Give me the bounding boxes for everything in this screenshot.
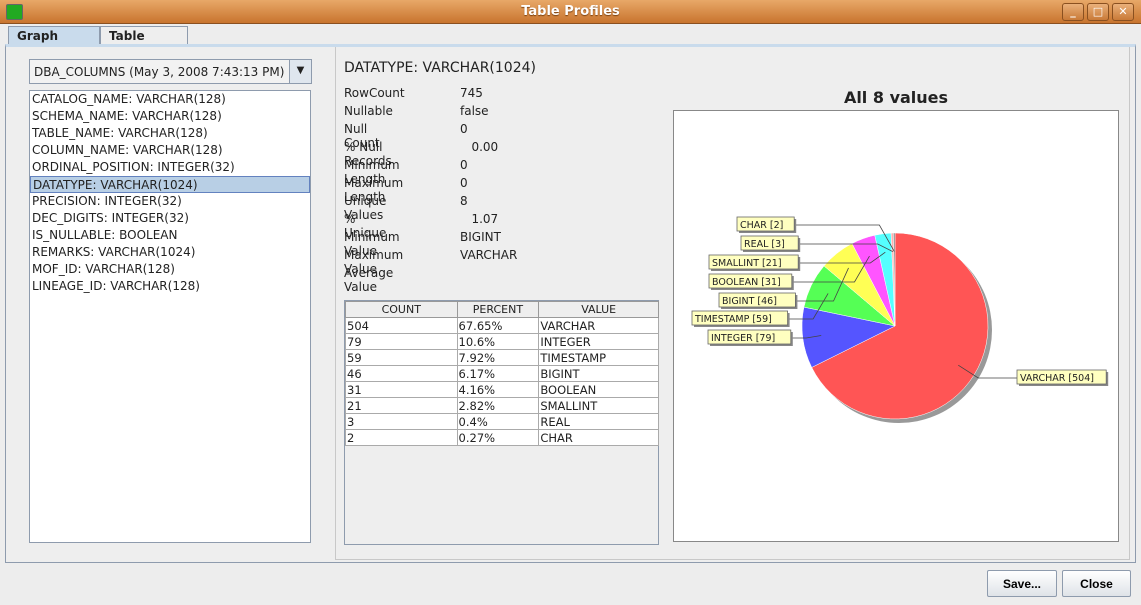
table-cell: 3 [345,413,458,430]
stat-value: 0 [460,122,468,136]
table-row[interactable]: 3 0.4% REAL [345,413,659,430]
stat-label: Average Value [344,266,394,294]
table-cell: REAL [538,413,659,430]
column-header[interactable]: COUNT [345,301,458,318]
table-cell: 6.17% [456,365,540,382]
table-row[interactable]: 21 2.82% SMALLINT [345,397,659,414]
column-list-item[interactable]: REMARKS: VARCHAR(1024) [30,244,310,261]
table-cell: 0.4% [456,413,540,430]
column-list-item[interactable]: DEC_DIGITS: INTEGER(32) [30,210,310,227]
table-cell: 504 [345,317,458,334]
table-cell: 7.92% [456,349,540,366]
column-list-item[interactable]: CATALOG_NAME: VARCHAR(128) [30,91,310,108]
chevron-down-icon[interactable]: ▼ [289,60,311,83]
stat-value: BIGINT [460,230,501,244]
stat-value: 8 [460,194,468,208]
pie-chart-svg: VARCHAR [504] INTEGER [79] TIMESTAMP [59] B… [691,216,1109,423]
save-button[interactable]: Save... [987,570,1057,597]
table-cell: 2 [345,429,458,446]
column-list-item[interactable]: ORDINAL_POSITION: INTEGER(32) [30,159,310,176]
title-bar: Table Profiles _ □ ✕ [0,0,1141,24]
table-row[interactable]: 46 6.17% BIGINT [345,365,659,382]
table-row[interactable]: 59 7.92% TIMESTAMP [345,349,659,366]
table-cell: TIMESTAMP [538,349,659,366]
table-cell: 21 [345,397,458,414]
column-header[interactable]: VALUE [538,301,659,318]
table-cell: BOOLEAN [538,381,659,398]
table-row[interactable]: 2 0.27% CHAR [345,429,659,446]
slice-label: VARCHAR [504] [1020,373,1094,384]
table-cell: SMALLINT [538,397,659,414]
frequency-table: COUNT PERCENT VALUE 504 67.65% VARCHAR 79 10.6… [344,300,659,545]
column-heading: DATATYPE: VARCHAR(1024) [344,60,536,76]
chart-title: All 8 values [843,88,949,107]
table-cell: INTEGER [538,333,659,350]
column-list-item[interactable]: COLUMN_NAME: VARCHAR(128) [30,142,310,159]
column-list-item[interactable]: LINEAGE_ID: VARCHAR(128) [30,278,310,295]
table-cell: BIGINT [538,365,659,382]
table-cell: CHAR [538,429,659,446]
column-header[interactable]: PERCENT [456,301,540,318]
slice-label: CHAR [2] [740,220,783,231]
column-list-item[interactable]: PRECISION: INTEGER(32) [30,193,310,210]
stat-value: VARCHAR [460,248,518,262]
stat-value: 0 [460,176,468,190]
table-cell: 79 [345,333,458,350]
table-row[interactable]: 31 4.16% BOOLEAN [345,381,659,398]
table-cell: 67.65% [456,317,540,334]
column-list-item[interactable]: IS_NULLABLE: BOOLEAN [30,227,310,244]
table-select-value: DBA_COLUMNS (May 3, 2008 7:43:13 PM) [34,65,285,79]
minimize-icon[interactable]: _ [1062,3,1084,21]
column-list-item[interactable]: MOF_ID: VARCHAR(128) [30,261,310,278]
table-select[interactable]: DBA_COLUMNS (May 3, 2008 7:43:13 PM) ▼ [29,59,312,84]
tab-table-view[interactable]: Table View [100,26,188,57]
table-cell: VARCHAR [538,317,659,334]
column-list[interactable]: CATALOG_NAME: VARCHAR(128) SCHEMA_NAME: V… [29,90,311,543]
table-cell: 0.27% [456,429,540,446]
table-cell: 46 [345,365,458,382]
table-cell: 4.16% [456,381,540,398]
stat-label: Nullable [344,104,393,118]
column-list-item[interactable]: DATATYPE: VARCHAR(1024) [30,176,310,193]
slice-label: TIMESTAMP [59] [694,314,772,325]
table-row[interactable]: 79 10.6% INTEGER [345,333,659,350]
close-button[interactable]: Close [1062,570,1131,597]
stat-value: 0 [460,158,468,172]
column-list-item[interactable]: SCHEMA_NAME: VARCHAR(128) [30,108,310,125]
slice-label: BOOLEAN [31] [712,277,781,288]
slice-label: REAL [3] [744,239,785,250]
slice-label: INTEGER [79] [711,333,775,344]
table-cell: 2.82% [456,397,540,414]
stat-value: 1.07 [460,212,499,226]
maximize-icon[interactable]: □ [1087,3,1109,21]
window-title: Table Profiles [521,4,620,19]
tab-graph-view[interactable]: Graph View [8,26,100,57]
close-icon[interactable]: ✕ [1112,3,1134,21]
table-cell: 59 [345,349,458,366]
table-row[interactable]: 504 67.65% VARCHAR [345,317,659,334]
column-list-item[interactable]: TABLE_NAME: VARCHAR(128) [30,125,310,142]
slice-label: SMALLINT [21] [712,258,782,269]
table-cell: 31 [345,381,458,398]
stat-value: 0.00 [460,140,499,154]
stat-value: 745 [460,86,483,100]
stat-label: RowCount [344,86,405,100]
pie-chart: VARCHAR [504] INTEGER [79] TIMESTAMP [59] B… [673,110,1119,542]
slice-label: BIGINT [46] [722,296,777,307]
stat-value: false [460,104,489,118]
table-cell: 10.6% [456,333,540,350]
